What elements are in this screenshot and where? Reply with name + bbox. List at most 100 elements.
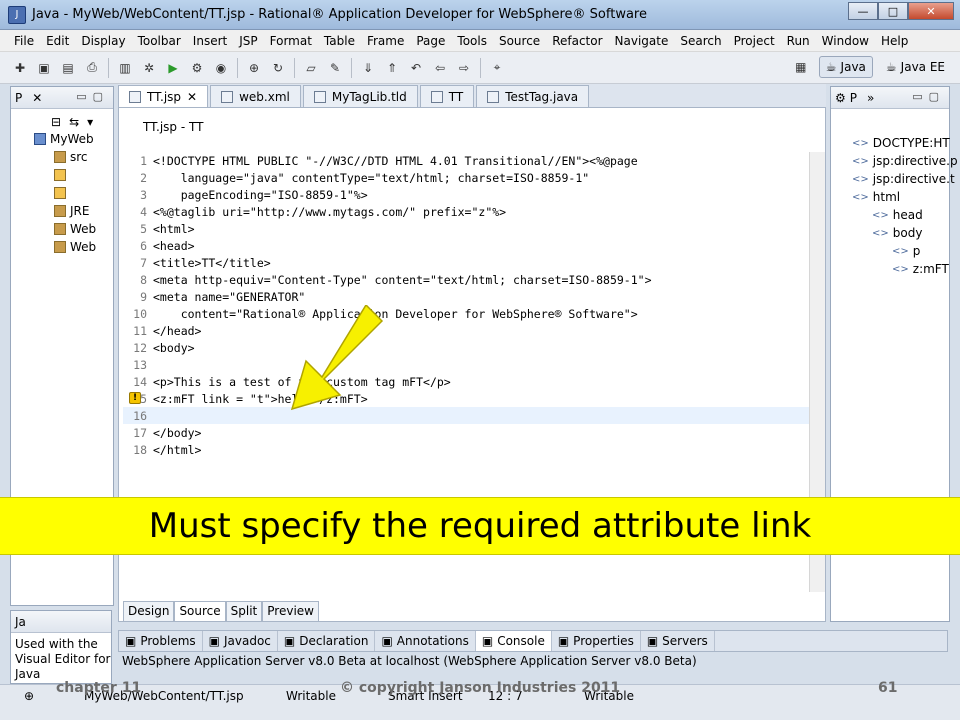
menu-help[interactable]: Help (875, 30, 914, 52)
close-tab-icon[interactable]: ✕ (187, 90, 197, 104)
outline-item[interactable]: <> p (852, 242, 958, 260)
tree-item[interactable]: src (12, 148, 96, 166)
code-line[interactable]: 1 <!DOCTYPE HTML PUBLIC "-//W3C//DTD HTML… (123, 152, 809, 169)
code-line[interactable]: 4 <%@taglib uri="http://www.mytags.com/" … (123, 203, 809, 220)
code-line[interactable]: 12 <body> (123, 339, 809, 356)
bottom-tab-declaration[interactable]: ▣ Declaration (278, 631, 376, 651)
menu-edit[interactable]: Edit (40, 30, 75, 52)
outline-item[interactable]: <> z:mFT (852, 260, 958, 278)
bottom-tab-servers[interactable]: ▣ Servers (641, 631, 715, 651)
code-line[interactable]: 10 content="Rational® Application Develo… (123, 305, 809, 322)
outline-item[interactable]: <> head (852, 206, 958, 224)
menu-run[interactable]: Run (781, 30, 816, 52)
tree-item[interactable]: Web (12, 220, 96, 238)
open-folder-icon[interactable]: ▱ (302, 59, 320, 77)
new-class-icon[interactable]: ⊕ (245, 59, 263, 77)
pen-icon[interactable]: ✎ (326, 59, 344, 77)
menu-source[interactable]: Source (493, 30, 546, 52)
menu-frame[interactable]: Frame (361, 30, 410, 52)
menu-project[interactable]: Project (728, 30, 781, 52)
new-icon[interactable]: ✚ (11, 59, 29, 77)
code-line[interactable]: 11 </head> (123, 322, 809, 339)
maximize-button[interactable]: □ (878, 2, 908, 20)
code-line[interactable]: 17 </body> (123, 424, 809, 441)
code-line[interactable]: 18 </html> (123, 441, 809, 458)
code-line[interactable]: 14<p>This is a test of the custom tag mF… (123, 373, 809, 390)
print-icon[interactable]: ⎙ (83, 59, 101, 77)
tree-item[interactable]: MyWeb (12, 130, 96, 148)
run-icon[interactable]: ▶ (164, 59, 182, 77)
menu-insert[interactable]: Insert (187, 30, 233, 52)
collapse-all-icon[interactable]: ⊟ (51, 115, 61, 129)
editor-tab[interactable]: MyTagLib.tld (302, 85, 418, 107)
code-line[interactable]: 6 <head> (123, 237, 809, 254)
code-area[interactable]: 1 <!DOCTYPE HTML PUBLIC "-//W3C//DTD HTML… (123, 152, 809, 458)
outline-item[interactable]: <> body (852, 224, 958, 242)
code-line[interactable]: 13 (123, 356, 809, 373)
editor-tab[interactable]: TT (419, 85, 475, 107)
menu-tools[interactable]: Tools (451, 30, 493, 52)
code-line[interactable]: 15<z:mFT link = "t">hello</z:mFT> (123, 390, 809, 407)
link-editor-icon[interactable]: ⇆ (69, 115, 79, 129)
menu-table[interactable]: Table (318, 30, 361, 52)
bottom-tab-annotations[interactable]: ▣ Annotations (375, 631, 476, 651)
menu-navigate[interactable]: Navigate (609, 30, 675, 52)
last-edit-icon[interactable]: ↶ (407, 59, 425, 77)
server-icon[interactable]: ▥ (116, 59, 134, 77)
minimize-button[interactable]: — (848, 2, 878, 20)
menu-jsp[interactable]: JSP (233, 30, 263, 52)
menu-search[interactable]: Search (674, 30, 727, 52)
coverage-icon[interactable]: ◉ (212, 59, 230, 77)
code-line[interactable]: 3 pageEncoding="ISO-8859-1"%> (123, 186, 809, 203)
view-menu-icon[interactable]: ▾ (87, 115, 93, 129)
next-annotation-icon[interactable]: ⇓ (359, 59, 377, 77)
code-line[interactable]: 8 <meta http-equiv="Content-Type" content… (123, 271, 809, 288)
bottom-tab-problems[interactable]: ▣ Problems (119, 631, 203, 651)
warning-icon[interactable]: ! (129, 392, 141, 404)
java-perspective-button[interactable]: ☕ Java (818, 56, 873, 78)
outline-item[interactable]: <> DOCTYPE:HT (852, 134, 958, 152)
save-icon[interactable]: ▣ (35, 59, 53, 77)
editor-mode-tab[interactable]: Design (123, 601, 175, 621)
code-line[interactable]: 7 <title>TT</title> (123, 254, 809, 271)
bottom-tab-properties[interactable]: ▣ Properties (552, 631, 641, 651)
debug-icon[interactable]: ✲ (140, 59, 158, 77)
editor-mode-tab[interactable]: Preview (262, 601, 319, 621)
code-line[interactable]: 5 <html> (123, 220, 809, 237)
outline-item[interactable]: <> jsp:directive.p (852, 152, 958, 170)
save-all-icon[interactable]: ▤ (59, 59, 77, 77)
project-explorer-tab[interactable]: P (15, 91, 22, 105)
outline-item[interactable]: <> jsp:directive.t (852, 170, 958, 188)
code-line[interactable]: 2 language="java" contentType="text/html… (123, 169, 809, 186)
outline-tab[interactable]: P (850, 91, 857, 105)
tree-item[interactable]: Web (12, 238, 96, 256)
open-perspective-icon[interactable]: ▦ (792, 58, 810, 76)
close-tab-icon[interactable]: ✕ (32, 91, 42, 105)
refresh-icon[interactable]: ↻ (269, 59, 287, 77)
menu-format[interactable]: Format (264, 30, 318, 52)
view-controls[interactable]: ▭▢ (912, 90, 945, 103)
view-controls[interactable]: ▭▢ (76, 90, 109, 103)
tree-item[interactable] (12, 184, 96, 202)
editor-tab[interactable]: TestTag.java (476, 85, 590, 107)
editor-tab[interactable]: TT.jsp ✕ (118, 85, 209, 107)
menu-page[interactable]: Page (410, 30, 451, 52)
external-tools-icon[interactable]: ⚙ (188, 59, 206, 77)
pin-icon[interactable]: ⌖ (488, 59, 506, 77)
bottom-tab-javadoc[interactable]: ▣ Javadoc (203, 631, 278, 651)
outline-item[interactable]: <> html (852, 188, 958, 206)
tree-item[interactable] (12, 166, 96, 184)
menu-window[interactable]: Window (816, 30, 875, 52)
prev-annotation-icon[interactable]: ⇑ (383, 59, 401, 77)
menu-toolbar[interactable]: Toolbar (132, 30, 187, 52)
code-line[interactable]: 16 (123, 407, 809, 424)
editor-tab[interactable]: web.xml (210, 85, 301, 107)
close-button[interactable]: ✕ (908, 2, 954, 20)
more-views-icon[interactable]: » (867, 91, 874, 105)
editor-mode-tab[interactable]: Split (225, 601, 263, 621)
tree-item[interactable]: JRE (12, 202, 96, 220)
menu-display[interactable]: Display (75, 30, 131, 52)
menu-file[interactable]: File (8, 30, 40, 52)
editor-mode-tab[interactable]: Source (174, 601, 226, 621)
code-line[interactable]: 9 <meta name="GENERATOR" (123, 288, 809, 305)
